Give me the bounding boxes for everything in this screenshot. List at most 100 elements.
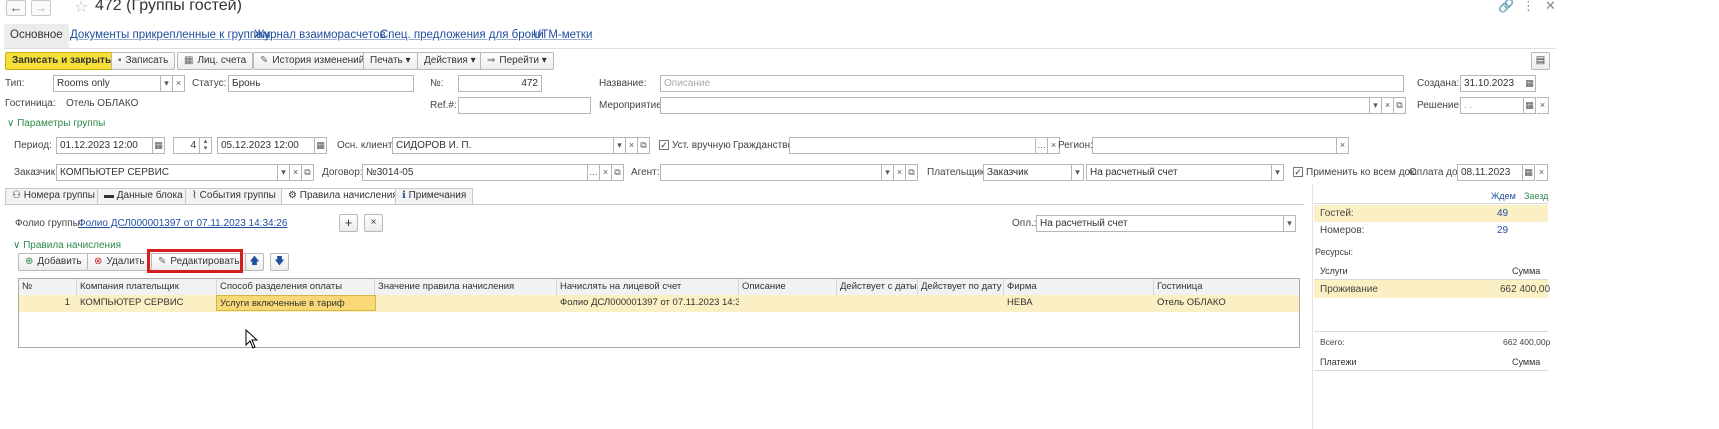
type-dropdown-button[interactable]: ▾ — [161, 75, 173, 92]
folio-remove-button[interactable]: × — [364, 214, 383, 232]
decision-field[interactable]: . . — [1460, 97, 1524, 114]
main-client-dropdown-button[interactable]: ▾ — [614, 137, 626, 154]
subtab-group-events[interactable]: ⌇ События группы — [185, 188, 283, 204]
move-down-button[interactable]: 🡇 — [270, 253, 289, 271]
event-clear-button[interactable]: × — [1382, 97, 1394, 114]
move-up-button[interactable]: 🡅 — [245, 253, 264, 271]
event-dropdown-button[interactable]: ▾ — [1370, 97, 1382, 114]
payments-list[interactable] — [1314, 371, 1548, 411]
period-to-calendar-icon[interactable]: ▦ — [315, 137, 327, 154]
contract-clear-button[interactable]: × — [600, 164, 612, 181]
col-split-method[interactable]: Способ разделения оплаты — [217, 279, 375, 295]
agent-field[interactable] — [660, 164, 882, 181]
ref-field[interactable] — [458, 97, 591, 114]
col-hotel[interactable]: Гостиница — [1154, 279, 1299, 295]
subtab-charging-rules[interactable]: ⚙ Правила начисления — [281, 188, 405, 205]
opl-field[interactable]: На расчетный счет — [1036, 215, 1284, 232]
folio-link[interactable]: Фолио ДСЛ000001397 от 07.11.2023 14:34:2… — [78, 218, 287, 229]
payer-field[interactable]: Заказчик — [983, 164, 1072, 181]
apply-all-checkbox[interactable]: ✓ — [1293, 167, 1303, 177]
col-to-date[interactable]: Действует по дату — [918, 279, 1004, 295]
main-client-open-button[interactable]: ⧉ — [638, 137, 650, 154]
customer-clear-button[interactable]: × — [290, 164, 302, 181]
accounts-button[interactable]: ▦ Лиц. счета — [177, 52, 254, 70]
col-from-date[interactable]: Действует с даты — [837, 279, 918, 295]
period-to-field[interactable]: 05.12.2023 12:00 — [217, 137, 315, 154]
event-field[interactable] — [660, 97, 1370, 114]
subtab-block-data[interactable]: ▬ Данные блока — [97, 188, 190, 204]
main-client-clear-button[interactable]: × — [626, 137, 638, 154]
save-button[interactable]: ▪ Записать — [111, 52, 176, 70]
forward-button[interactable]: → — [31, 0, 51, 16]
number-field[interactable]: 472 — [458, 75, 542, 92]
charging-rules-table[interactable]: № Компания плательщик Способ разделения … — [18, 278, 1300, 348]
contract-select-button[interactable]: … — [588, 164, 600, 181]
tab-documents[interactable]: Документы прикрепленные к группам — [64, 24, 276, 48]
agent-open-button[interactable]: ⧉ — [906, 164, 918, 181]
favorite-star-icon[interactable]: ☆ — [74, 0, 88, 17]
col-description[interactable]: Описание — [739, 279, 837, 295]
group-params-section[interactable]: ∨ Параметры группы — [7, 118, 105, 129]
created-calendar-icon[interactable]: ▦ — [1524, 75, 1536, 92]
goto-button[interactable]: ⇒ Перейти ▾ — [480, 52, 554, 70]
actions-button[interactable]: Действия ▾ — [417, 52, 483, 70]
tab-main[interactable]: Основное — [4, 24, 69, 48]
status-field[interactable]: Бронь — [228, 75, 414, 92]
opl-dropdown-button[interactable]: ▾ — [1284, 215, 1296, 232]
col-num[interactable]: № — [19, 279, 77, 295]
cell-split-method[interactable]: Услуги включенные в тариф — [216, 295, 376, 311]
more-icon[interactable]: ⋮ — [1522, 0, 1535, 14]
col-payer-company[interactable]: Компания плательщик — [77, 279, 217, 295]
delete-button[interactable]: ⊗ Удалить — [87, 253, 152, 271]
region-clear-button[interactable]: × — [1337, 137, 1349, 154]
pay-until-calendar-icon[interactable]: ▦ — [1523, 164, 1535, 181]
link-icon[interactable]: 🔗 — [1498, 0, 1514, 14]
type-field[interactable]: Rooms only — [53, 75, 161, 92]
table-row[interactable]: 1 КОМПЬЮТЕР СЕРВИС Услуги включенные в т… — [19, 295, 1299, 312]
payer-dropdown-button[interactable]: ▾ — [1072, 164, 1084, 181]
subtab-group-rooms[interactable]: ⚇ Номера группы — [5, 188, 102, 204]
contract-field[interactable]: №3014-05 — [362, 164, 588, 181]
subtab-notes[interactable]: ℹ Примечания — [395, 188, 474, 204]
save-close-button[interactable]: Записать и закрыть — [5, 52, 119, 70]
form-settings-button[interactable]: ▤ — [1531, 52, 1550, 70]
contract-open-button[interactable]: ⧉ — [612, 164, 624, 181]
customer-open-button[interactable]: ⧉ — [302, 164, 314, 181]
col-charge-account[interactable]: Начислять на лицевой счет — [557, 279, 739, 295]
event-open-button[interactable]: ⧉ — [1394, 97, 1406, 114]
tab-journal[interactable]: Журнал взаиморасчетов — [248, 24, 392, 48]
period-from-calendar-icon[interactable]: ▦ — [153, 137, 165, 154]
period-from-field[interactable]: 01.12.2023 12:00 — [56, 137, 153, 154]
tab-utm[interactable]: UTM-метки — [527, 24, 598, 48]
customer-dropdown-button[interactable]: ▾ — [278, 164, 290, 181]
citizenship-field[interactable] — [789, 137, 1036, 154]
pay-until-clear-button[interactable]: × — [1536, 164, 1548, 181]
type-clear-button[interactable]: × — [173, 75, 185, 92]
charging-rules-section[interactable]: ∨ Правила начисления — [13, 240, 121, 251]
decision-calendar-icon[interactable]: ▦ — [1524, 97, 1536, 114]
name-field[interactable]: Описание — [660, 75, 1404, 92]
add-button[interactable]: ⊕ Добавить — [18, 253, 89, 271]
tab-special-offers[interactable]: Спец. предложения для брони — [374, 24, 550, 48]
history-button[interactable]: ✎ История изменений — [253, 52, 372, 70]
citizenship-dropdown-button[interactable]: … — [1036, 137, 1048, 154]
nights-field[interactable]: 4 — [173, 137, 200, 154]
agent-clear-button[interactable]: × — [894, 164, 906, 181]
service-row[interactable]: Проживание 662 400,00 — [1314, 280, 1550, 298]
region-field[interactable] — [1092, 137, 1337, 154]
agent-dropdown-button[interactable]: ▾ — [882, 164, 894, 181]
back-button[interactable]: ← — [6, 0, 26, 16]
payment-method-field[interactable]: На расчетный счет — [1086, 164, 1272, 181]
col-rule-value[interactable]: Значение правила начисления — [375, 279, 557, 295]
print-button[interactable]: Печать ▾ — [363, 52, 418, 70]
decision-clear-button[interactable]: × — [1537, 97, 1549, 114]
folio-add-button[interactable]: + — [339, 214, 358, 232]
close-icon[interactable]: ✕ — [1545, 0, 1556, 14]
payment-method-dropdown-button[interactable]: ▾ — [1272, 164, 1284, 181]
guests-row[interactable]: Гостей: 49 — [1314, 205, 1548, 222]
rooms-row[interactable]: Номеров: 29 — [1314, 222, 1548, 239]
manual-checkbox[interactable]: ✓ — [659, 140, 669, 150]
main-client-field[interactable]: СИДОРОВ И. П. — [392, 137, 614, 154]
col-firm[interactable]: Фирма — [1004, 279, 1154, 295]
customer-field[interactable]: КОМПЬЮТЕР СЕРВИС — [56, 164, 278, 181]
